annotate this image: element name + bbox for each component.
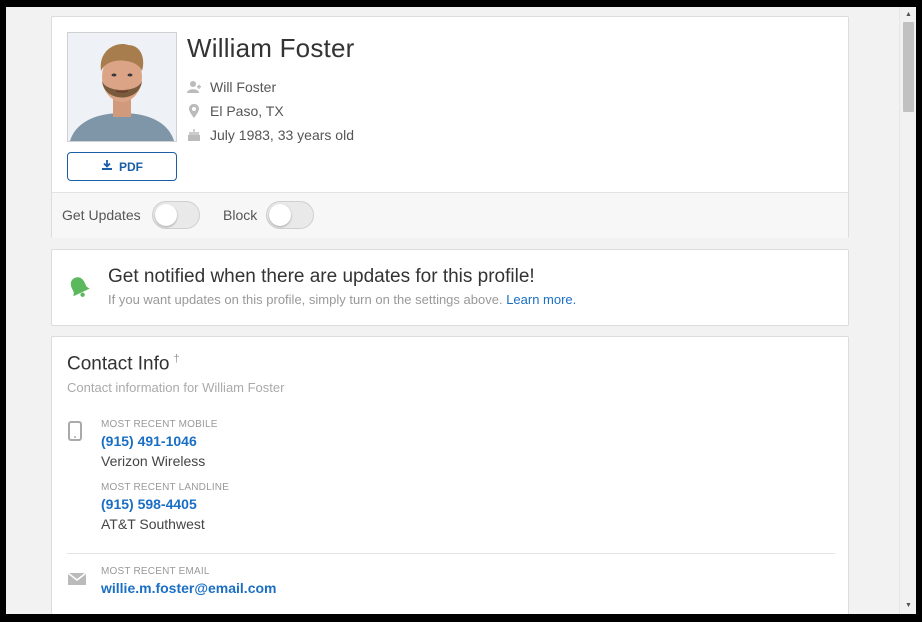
pdf-download-button[interactable]: PDF [67,152,177,181]
pdf-label: PDF [119,159,143,174]
get-updates-label: Get Updates [62,207,141,223]
contact-subtitle: Contact information for William Foster [67,380,285,395]
alias-text: Will Foster [210,79,277,95]
envelope-icon [67,572,87,590]
mobile-label: MOST RECENT MOBILE [101,419,218,430]
profile-name: William Foster [187,33,355,63]
email-link[interactable]: willie.m.foster@email.com [101,580,277,596]
page-viewport: PDF William Foster Will Foster El Paso, … [6,7,916,614]
block-label: Block [223,207,258,223]
avatar [68,33,176,141]
contact-info-card: Contact Info † Contact information for Wi… [51,336,849,614]
download-icon [101,159,113,174]
get-updates-toggle[interactable] [152,201,200,229]
toggle-knob [155,204,177,226]
bell-icon [67,275,91,304]
mobile-carrier: Verizon Wireless [101,453,206,469]
alias-row: Will Foster [187,79,276,95]
contact-title-mark: † [173,353,180,365]
email-label: MOST RECENT EMAIL [101,566,210,577]
contact-title-text: Contact Info [67,353,170,375]
scroll-down-arrow-icon[interactable]: ▼ [900,600,916,612]
location-row: El Paso, TX [187,103,284,119]
contact-title: Contact Info † [67,353,180,375]
notify-subtitle: If you want updates on this profile, sim… [108,292,576,307]
scroll-up-arrow-icon[interactable]: ▲ [900,9,916,21]
phone-icon [68,421,82,446]
map-pin-icon [187,104,201,118]
block-toggle[interactable] [266,201,314,229]
location-text: El Paso, TX [210,103,284,119]
notify-subtitle-text: If you want updates on this profile, sim… [108,292,503,307]
divider [67,553,835,554]
user-plus-icon [187,80,201,94]
cake-icon [187,128,201,142]
notify-title: Get notified when there are updates for … [108,266,535,287]
landline-carrier: AT&T Southwest [101,516,205,532]
settings-bar: Get Updates Block [52,192,848,238]
landline-number-link[interactable]: (915) 598-4405 [101,496,197,512]
notify-card: Get notified when there are updates for … [51,249,849,326]
profile-photo [67,32,177,142]
vertical-scrollbar[interactable]: ▲ ▼ [899,7,916,614]
birth-text: July 1983, 33 years old [210,127,354,143]
scroll-thumb[interactable] [903,22,914,112]
profile-card: PDF William Foster Will Foster El Paso, … [51,16,849,238]
landline-label: MOST RECENT LANDLINE [101,482,230,493]
learn-more-link[interactable]: Learn more. [506,292,576,307]
birth-row: July 1983, 33 years old [187,127,354,143]
toggle-knob [269,204,291,226]
mobile-number-link[interactable]: (915) 491-1046 [101,433,197,449]
